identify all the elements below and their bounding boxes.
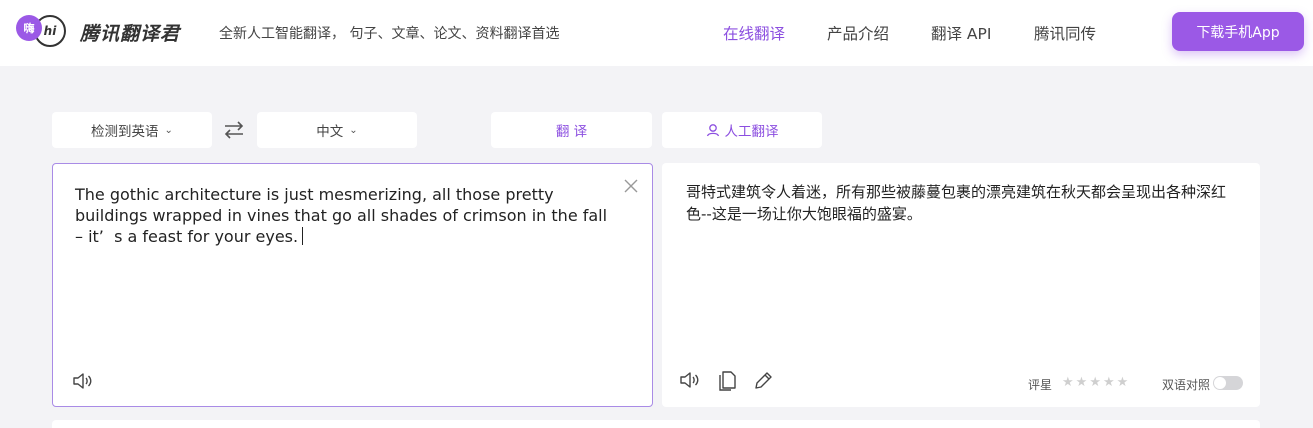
logo-badge: 嗨	[16, 15, 42, 41]
nav-product-intro[interactable]: 产品介绍	[827, 22, 889, 44]
source-language-label: 检测到英语	[91, 124, 159, 140]
star-icon[interactable]: ★	[1076, 375, 1088, 390]
close-icon[interactable]	[621, 176, 641, 196]
top-header: 嗨 hi 腾讯翻译君 全新人工智能翻译， 句子、文章、论文、资料翻译首选 在线翻…	[0, 0, 1313, 66]
nav-simultaneous[interactable]: 腾讯同传	[1034, 22, 1096, 44]
translate-button-label: 翻 译	[555, 124, 588, 140]
text-cursor	[302, 227, 304, 245]
source-textarea[interactable]: The gothic architecture is just mesmeriz…	[75, 184, 615, 247]
nav-translate-api[interactable]: 翻译 API	[931, 22, 991, 44]
human-translate-button[interactable]: 人工翻译	[662, 112, 822, 148]
star-icon[interactable]: ★	[1117, 375, 1129, 390]
chevron-down-icon: ⌄	[349, 124, 358, 136]
human-translate-label: 人工翻译	[724, 124, 779, 140]
brand-name[interactable]: 腾讯翻译君	[80, 19, 180, 46]
rating-label: 评星	[1028, 378, 1053, 392]
rating-stars[interactable]: ★ ★ ★ ★ ★	[1062, 375, 1128, 390]
speaker-icon[interactable]	[71, 369, 95, 393]
source-text: The gothic architecture is just mesmeriz…	[75, 185, 613, 246]
star-icon[interactable]: ★	[1089, 375, 1101, 390]
speaker-icon[interactable]	[678, 368, 702, 392]
translate-button[interactable]: 翻 译	[491, 112, 652, 148]
target-language-label: 中文	[316, 124, 344, 140]
source-language-select[interactable]: 检测到英语 ⌄	[52, 112, 212, 148]
translation-output: 哥特式建筑令人着迷，所有那些被藤蔓包裹的漂亮建筑在秋天都会呈现出各种深红色--这…	[686, 183, 1227, 223]
download-app-button[interactable]: 下载手机App	[1172, 12, 1304, 51]
bilingual-toggle[interactable]	[1213, 376, 1243, 390]
pencil-icon[interactable]	[752, 368, 776, 392]
swap-arrows-icon[interactable]	[222, 118, 246, 142]
target-panel: 哥特式建筑令人着迷，所有那些被藤蔓包裹的漂亮建筑在秋天都会呈现出各种深红色--这…	[662, 163, 1260, 407]
copy-icon[interactable]	[715, 368, 739, 392]
person-icon	[706, 123, 720, 137]
source-panel: The gothic architecture is just mesmeriz…	[52, 163, 653, 407]
bilingual-label: 双语对照	[1162, 378, 1211, 392]
lower-panel-edge	[52, 420, 1260, 428]
nav-online-translate[interactable]: 在线翻译	[723, 22, 785, 44]
slogan: 全新人工智能翻译， 句子、文章、论文、资料翻译首选	[219, 26, 560, 42]
target-language-select[interactable]: 中文 ⌄	[257, 112, 417, 148]
star-icon[interactable]: ★	[1103, 375, 1115, 390]
toggle-knob	[1214, 377, 1226, 389]
star-icon[interactable]: ★	[1062, 375, 1074, 390]
chevron-down-icon: ⌄	[164, 124, 173, 136]
logo[interactable]: 嗨 hi	[14, 11, 70, 55]
